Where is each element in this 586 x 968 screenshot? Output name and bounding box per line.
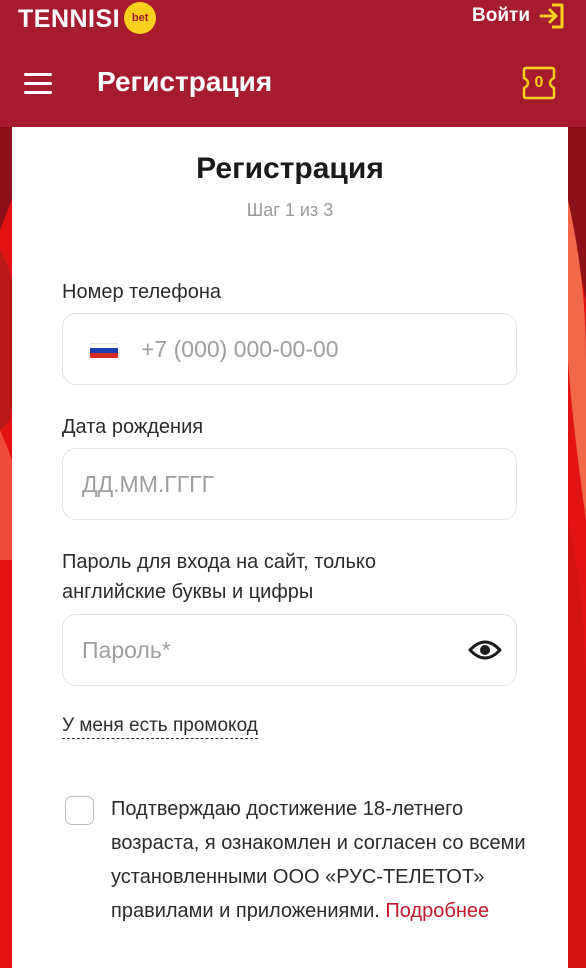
birthdate-label: Дата рождения (62, 416, 204, 438)
form-step: Шаг 1 из 3 (246, 200, 334, 220)
age-consent-checkbox[interactable] (65, 796, 94, 825)
russia-flag-icon (90, 343, 118, 358)
login-button[interactable]: Войти (472, 2, 566, 30)
password-input[interactable] (82, 615, 452, 685)
password-label: Пароль для входа на сайт, только английс… (62, 551, 376, 603)
password-field[interactable] (62, 614, 517, 686)
bet-slip-count: 0 (534, 74, 544, 91)
login-arrow-icon (538, 2, 566, 30)
promo-code-link[interactable]: У меня есть промокод (62, 714, 258, 739)
phone-input[interactable] (141, 314, 501, 384)
brand-logo[interactable]: TENNISI bet (18, 2, 157, 34)
age-consent-text: Подтверждаю достижение 18-летнего возрас… (111, 792, 531, 928)
phone-label: Номер телефона (62, 281, 222, 303)
page-title: Регистрация (97, 66, 273, 97)
more-info-link[interactable]: Подробнее (385, 900, 489, 922)
form-title: Регистрация (196, 152, 384, 185)
hamburger-menu-icon[interactable] (24, 73, 52, 95)
eye-icon[interactable] (468, 636, 502, 669)
birthdate-input[interactable] (82, 449, 502, 519)
brand-badge: bet (124, 2, 157, 34)
birthdate-field[interactable] (62, 448, 517, 520)
registration-card: Регистрация Шаг 1 из 3 Номер телефона Да… (12, 127, 568, 968)
bet-slip-button[interactable]: 0 (521, 65, 557, 101)
top-bar: TENNISI bet Войти Регистрация 0 (0, 0, 586, 127)
brand-name: TENNISI (18, 4, 121, 33)
phone-field[interactable] (62, 313, 517, 385)
login-label: Войти (472, 5, 530, 26)
